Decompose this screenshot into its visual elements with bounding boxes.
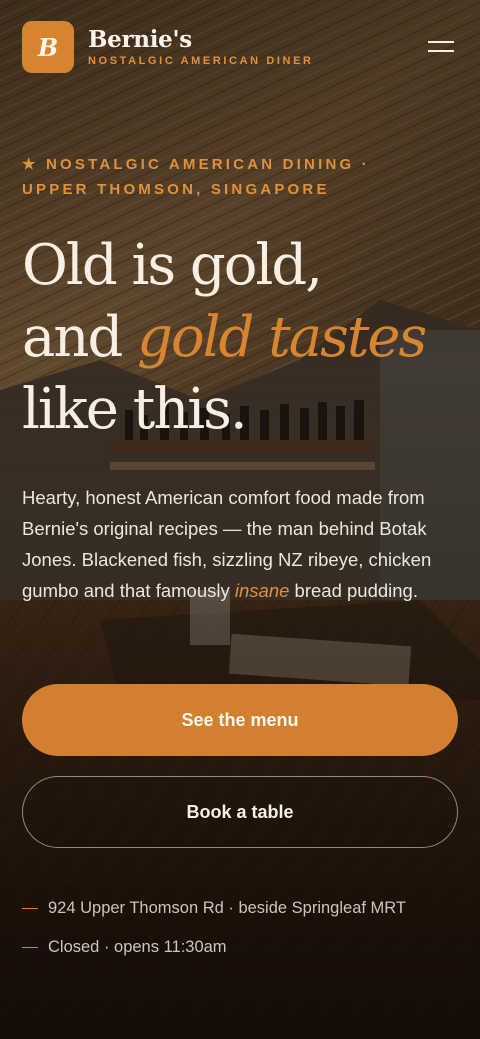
hours-line: Closed · opens 11:30am xyxy=(22,938,227,957)
brand-tagline: NOSTALGIC AMERICAN DINER xyxy=(88,55,314,67)
site-header: B Bernie's NOSTALGIC AMERICAN DINER xyxy=(22,21,458,73)
headline-accent: gold tastes xyxy=(137,305,427,370)
headline-line-3: like this. xyxy=(22,377,248,442)
see-menu-button[interactable]: See the menu xyxy=(22,684,458,756)
hero-headline: Old is gold, and gold tastes like this. xyxy=(22,230,462,446)
hamburger-menu-icon[interactable] xyxy=(428,39,454,55)
address-line: 924 Upper Thomson Rd · beside Springleaf… xyxy=(22,899,406,918)
hero-description: Hearty, honest American comfort food mad… xyxy=(22,482,462,606)
brand-name: Bernie's xyxy=(88,26,192,53)
dash-icon xyxy=(22,907,38,910)
headline-line-2: and xyxy=(22,305,138,370)
dash-icon xyxy=(22,946,38,949)
hero-eyebrow: ★ NOSTALGIC AMERICAN DINING · UPPER THOM… xyxy=(22,156,370,198)
brand[interactable]: Bernie's NOSTALGIC AMERICAN DINER xyxy=(88,26,314,68)
logo-badge[interactable]: B xyxy=(22,21,74,73)
hours-text: Closed · opens 11:30am xyxy=(48,938,227,956)
headline-line-1: Old is gold, xyxy=(22,233,323,298)
description-text-end: bread pudding. xyxy=(289,580,418,601)
book-table-button[interactable]: Book a table xyxy=(22,776,458,848)
address-text: 924 Upper Thomson Rd · beside Springleaf… xyxy=(48,899,406,917)
description-emphasis: insane xyxy=(234,580,290,601)
